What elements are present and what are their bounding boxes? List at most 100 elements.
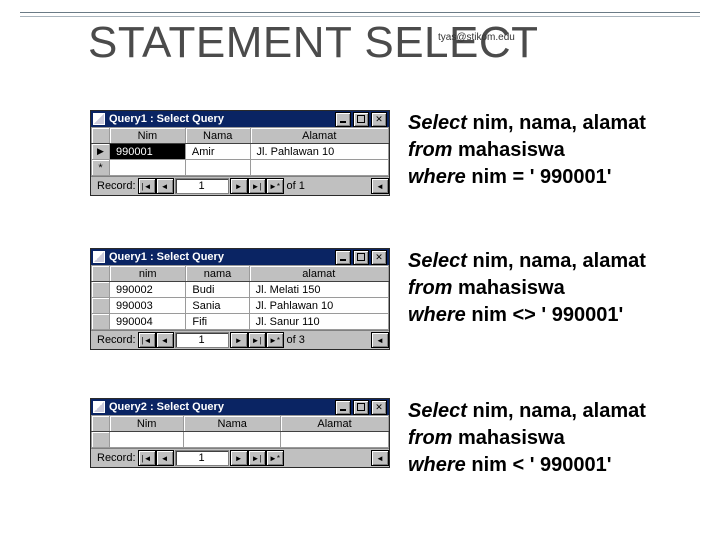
record-number-input[interactable]: 1 (175, 450, 229, 466)
cell[interactable]: Jl. Pahlawan 10 (249, 298, 388, 314)
kw-from: from (408, 277, 458, 299)
example-row-2: Query1 : Select Query ✕ nim nama alamat … (90, 248, 682, 350)
col-header[interactable]: Nim (110, 128, 186, 144)
record-number-input[interactable]: 1 (175, 332, 229, 348)
window-icon (93, 113, 105, 125)
record-navigator: Record: |◄ ◄ 1 ► ►| ►* ◄ (91, 448, 389, 467)
cell[interactable]: Jl. Melati 150 (249, 282, 388, 298)
sql-block-2: Select nim, nama, alamat from mahasiswa … (408, 248, 646, 329)
table-row[interactable]: 990002 Budi Jl. Melati 150 (92, 282, 389, 298)
cell[interactable]: 990003 (110, 298, 186, 314)
record-of-label: of 1 (284, 180, 308, 192)
nav-last-button[interactable]: ►| (248, 450, 266, 466)
sql-table: mahasiswa (458, 139, 565, 161)
table-row[interactable]: ▶ 990001 Amir Jl. Pahlawan 10 (92, 144, 389, 160)
cell[interactable] (250, 160, 388, 176)
record-navigator: Record: |◄ ◄ 1 ► ►| ►* of 3 ◄ (91, 330, 389, 349)
record-label: Record: (93, 180, 138, 192)
maximize-button[interactable] (353, 250, 369, 265)
cell[interactable] (185, 160, 250, 176)
nav-new-button[interactable]: ►* (266, 450, 284, 466)
col-header[interactable]: Alamat (250, 128, 388, 144)
col-header[interactable]: Alamat (281, 416, 389, 432)
kw-where: where (408, 166, 471, 188)
nav-last-button[interactable]: ►| (248, 332, 266, 348)
rowhead-corner (92, 128, 110, 144)
record-number-input[interactable]: 1 (175, 178, 229, 194)
nav-new-button[interactable]: ►* (266, 332, 284, 348)
cell[interactable]: 990001 (110, 144, 186, 160)
table-row[interactable]: * (92, 160, 389, 176)
cell[interactable] (281, 432, 389, 448)
row-marker (92, 282, 110, 298)
rowhead-corner (92, 416, 110, 432)
hscroll-left-button[interactable]: ◄ (371, 450, 389, 466)
cell[interactable] (110, 432, 184, 448)
window-icon (93, 401, 105, 413)
nav-first-button[interactable]: |◄ (138, 450, 156, 466)
hscroll-left-button[interactable]: ◄ (371, 178, 389, 194)
window-caption: Query1 : Select Query (109, 251, 333, 263)
record-of-label: of 3 (284, 334, 308, 346)
nav-first-button[interactable]: |◄ (138, 178, 156, 194)
cell[interactable]: Jl. Sanur 110 (249, 314, 388, 330)
table-row[interactable]: 990003 Sania Jl. Pahlawan 10 (92, 298, 389, 314)
kw-select: Select (408, 250, 472, 272)
nav-next-button[interactable]: ► (230, 178, 248, 194)
cell[interactable]: 990004 (110, 314, 186, 330)
kw-select: Select (408, 112, 472, 134)
cell[interactable]: Fifi (186, 314, 249, 330)
col-header[interactable]: Nama (185, 128, 250, 144)
nav-prev-button[interactable]: ◄ (156, 178, 174, 194)
rowhead-corner (92, 266, 110, 282)
cell[interactable]: Budi (186, 282, 249, 298)
table-row[interactable] (92, 432, 389, 448)
table-row[interactable]: 990004 Fifi Jl. Sanur 110 (92, 314, 389, 330)
col-header[interactable]: nim (110, 266, 186, 282)
col-header[interactable]: alamat (249, 266, 388, 282)
data-grid: Nim Nama Alamat ▶ 990001 Amir Jl. Pahlaw… (91, 127, 389, 176)
cell[interactable] (110, 160, 186, 176)
nav-prev-button[interactable]: ◄ (156, 332, 174, 348)
col-header[interactable]: Nama (184, 416, 281, 432)
maximize-button[interactable] (353, 112, 369, 127)
hscroll-left-button[interactable]: ◄ (371, 332, 389, 348)
row-marker (92, 432, 110, 448)
close-button[interactable]: ✕ (371, 250, 387, 265)
close-button[interactable]: ✕ (371, 112, 387, 127)
cell[interactable]: 990002 (110, 282, 186, 298)
titlebar: Query1 : Select Query ✕ (91, 111, 389, 127)
titlebar: Query2 : Select Query ✕ (91, 399, 389, 415)
nav-first-button[interactable]: |◄ (138, 332, 156, 348)
page-title: STATEMENT SELECT (88, 18, 539, 68)
query-window-2: Query1 : Select Query ✕ nim nama alamat … (90, 248, 390, 350)
titlebar: Query1 : Select Query ✕ (91, 249, 389, 265)
nav-last-button[interactable]: ►| (248, 178, 266, 194)
example-row-3: Query2 : Select Query ✕ Nim Nama Alamat … (90, 398, 682, 479)
col-header[interactable]: Nim (110, 416, 184, 432)
sql-cond: nim = ' 990001' (471, 166, 611, 188)
minimize-button[interactable] (335, 112, 351, 127)
cell[interactable]: Jl. Pahlawan 10 (250, 144, 388, 160)
cell[interactable]: Sania (186, 298, 249, 314)
query-window-3: Query2 : Select Query ✕ Nim Nama Alamat … (90, 398, 390, 468)
row-marker: * (92, 160, 110, 176)
cell[interactable]: Amir (185, 144, 250, 160)
nav-next-button[interactable]: ► (230, 332, 248, 348)
nav-new-button[interactable]: ►* (266, 178, 284, 194)
minimize-button[interactable] (335, 250, 351, 265)
row-marker: ▶ (92, 144, 110, 160)
nav-next-button[interactable]: ► (230, 450, 248, 466)
maximize-button[interactable] (353, 400, 369, 415)
sql-table: mahasiswa (458, 277, 565, 299)
watermark: tyas@stikom.edu (438, 32, 515, 43)
col-header[interactable]: nama (186, 266, 249, 282)
cell[interactable] (184, 432, 281, 448)
kw-where: where (408, 304, 471, 326)
minimize-button[interactable] (335, 400, 351, 415)
close-button[interactable]: ✕ (371, 400, 387, 415)
record-label: Record: (93, 334, 138, 346)
sql-block-1: Select nim, nama, alamat from mahasiswa … (408, 110, 646, 191)
nav-prev-button[interactable]: ◄ (156, 450, 174, 466)
sql-cond: nim <> ' 990001' (471, 304, 623, 326)
